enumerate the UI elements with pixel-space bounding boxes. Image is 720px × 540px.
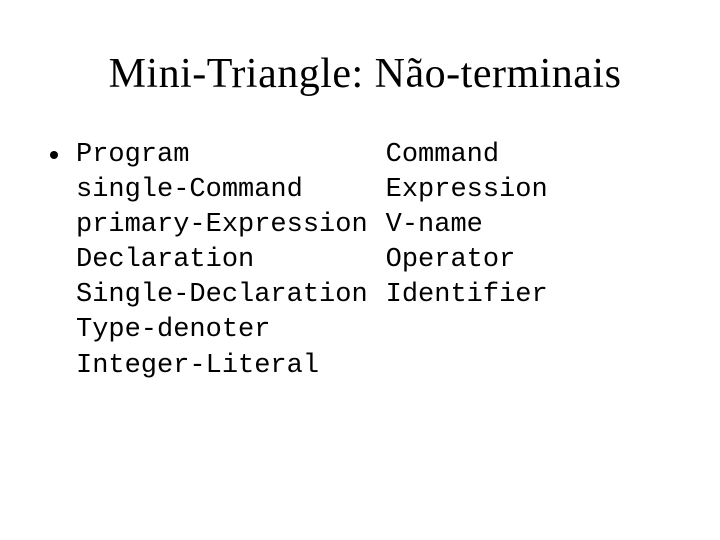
right-column: Command Expression V-name Operator Ident… [386, 138, 548, 384]
slide: Mini-Triangle: Não-terminais Program sin… [0, 0, 720, 540]
bullet-icon [50, 151, 58, 159]
left-column: Program single-Command primary-Expressio… [76, 138, 368, 384]
slide-title: Mini-Triangle: Não-terminais [50, 50, 680, 98]
content-block: Program single-Command primary-Expressio… [50, 138, 680, 384]
two-column-list: Program single-Command primary-Expressio… [76, 138, 548, 384]
